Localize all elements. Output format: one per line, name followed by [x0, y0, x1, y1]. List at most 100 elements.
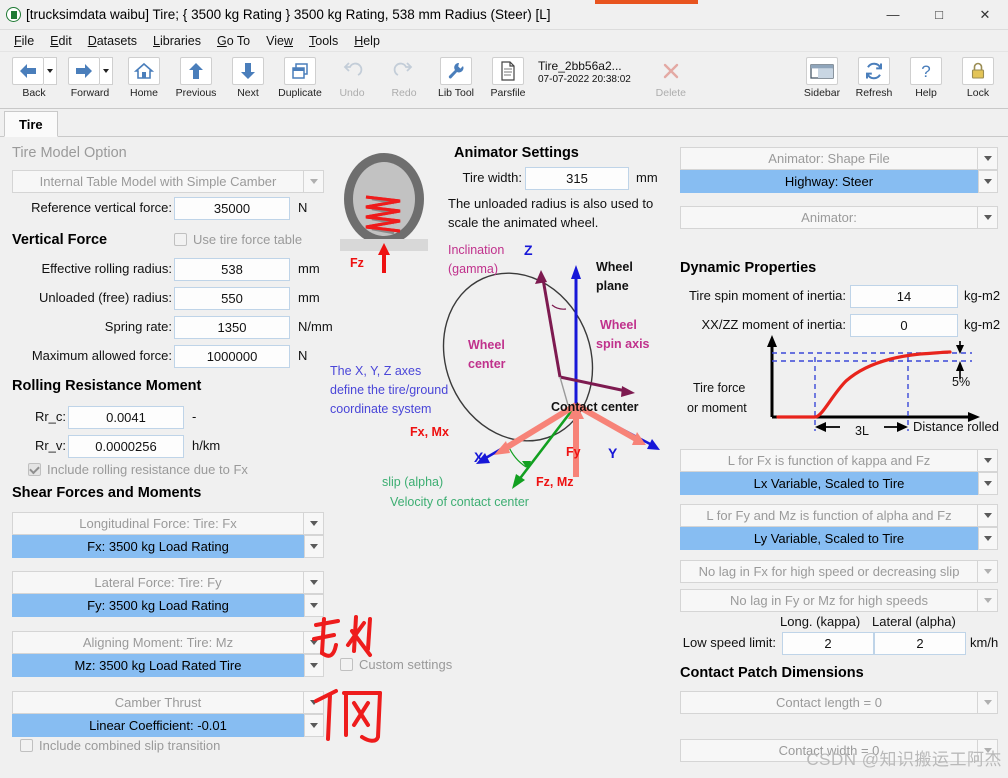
- toolbar-forward[interactable]: Forward: [62, 55, 118, 99]
- toolbar-refresh[interactable]: Refresh: [848, 55, 900, 99]
- longitudinal-force-value-dropdown[interactable]: Fx: 3500 kg Load Rating: [12, 535, 324, 558]
- include-rolling-resistance-checkbox[interactable]: Include rolling resistance due to Fx: [28, 462, 248, 477]
- tire-spin-inertia-input[interactable]: 14: [850, 285, 958, 308]
- toolbar-lock[interactable]: Lock: [952, 55, 1004, 99]
- use-tire-force-table-checkbox[interactable]: Use tire force table: [174, 232, 302, 247]
- toolbar-parsfile[interactable]: Parsfile: [482, 55, 534, 99]
- checkbox-box: [20, 739, 33, 752]
- toolbar-home[interactable]: Home: [118, 55, 170, 99]
- toolbar-previous[interactable]: Previous: [170, 55, 222, 99]
- menu-tools[interactable]: Tools: [301, 32, 346, 50]
- toolbar-back[interactable]: Back: [6, 55, 62, 99]
- toolbar-label: Redo: [391, 87, 417, 99]
- minimize-button[interactable]: —: [870, 0, 916, 30]
- chevron-down-icon[interactable]: [304, 170, 324, 193]
- chevron-down-icon[interactable]: [978, 589, 998, 612]
- chevron-down-icon[interactable]: [304, 535, 324, 558]
- toolbar-help[interactable]: ? Help: [900, 55, 952, 99]
- document-icon[interactable]: [492, 57, 524, 85]
- tire-model-dropdown[interactable]: Internal Table Model with Simple Camber: [12, 170, 324, 193]
- toolbar-lib-tool[interactable]: Lib Tool: [430, 55, 482, 99]
- chevron-down-icon[interactable]: [304, 571, 324, 594]
- back-dropdown-arrow[interactable]: [43, 57, 57, 85]
- chevron-down-icon[interactable]: [978, 449, 998, 472]
- longitudinal-force-title-dropdown[interactable]: Longitudinal Force: Tire: Fx: [12, 512, 324, 535]
- tire-width-label: Tire width:: [462, 170, 522, 185]
- sidebar-icon[interactable]: [806, 57, 838, 85]
- tire-width-input[interactable]: 315: [525, 167, 629, 190]
- menu-datasets[interactable]: Datasets: [80, 32, 145, 50]
- contact-length-dropdown[interactable]: Contact length = 0: [680, 691, 998, 714]
- animator-note-line2: scale the animated wheel.: [448, 215, 599, 230]
- home-icon[interactable]: [128, 57, 160, 85]
- tire-spin-inertia-unit: kg-m2: [964, 288, 1001, 303]
- aligning-moment-title: Aligning Moment: Tire: Mz: [12, 631, 304, 654]
- aligning-moment-value-dropdown[interactable]: Mz: 3500 kg Load Rated Tire: [12, 654, 324, 677]
- chevron-down-icon[interactable]: [978, 170, 998, 193]
- toolbar-sidebar[interactable]: Sidebar: [796, 55, 848, 99]
- duplicate-icon[interactable]: [284, 57, 316, 85]
- animator-empty-dropdown[interactable]: Animator:: [680, 206, 998, 229]
- chevron-down-icon[interactable]: [978, 691, 998, 714]
- camber-thrust-title-dropdown[interactable]: Camber Thrust: [12, 691, 324, 714]
- xxzz-inertia-input[interactable]: 0: [850, 314, 958, 337]
- lx-function-title-dropdown[interactable]: L for Fx is function of kappa and Fz: [680, 449, 998, 472]
- spring-rate-input[interactable]: 1350: [174, 316, 290, 339]
- ly-function-value-dropdown[interactable]: Ly Variable, Scaled to Tire: [680, 527, 998, 550]
- menu-goto[interactable]: Go To: [209, 32, 258, 50]
- menu-help[interactable]: Help: [346, 32, 388, 50]
- menu-file[interactable]: FFileile: [6, 32, 42, 50]
- arrow-right-icon[interactable]: [67, 57, 100, 85]
- rr-v-input[interactable]: 0.0000256: [68, 435, 184, 458]
- effective-rolling-radius-input[interactable]: 538: [174, 258, 290, 281]
- close-button[interactable]: ✕: [962, 0, 1008, 30]
- toolbar-duplicate[interactable]: Duplicate: [274, 55, 326, 99]
- reference-vertical-force-input[interactable]: 35000: [174, 197, 290, 220]
- lx-function-value: Lx Variable, Scaled to Tire: [680, 472, 978, 495]
- animator-shape-file-title-dropdown[interactable]: Animator: Shape File: [680, 147, 998, 170]
- chevron-down-icon[interactable]: [304, 512, 324, 535]
- ly-function-title-dropdown[interactable]: L for Fy and Mz is function of alpha and…: [680, 504, 998, 527]
- maximize-button[interactable]: □: [916, 0, 962, 30]
- toolbar-next[interactable]: Next: [222, 55, 274, 99]
- chevron-down-icon[interactable]: [978, 147, 998, 170]
- refresh-icon[interactable]: [858, 57, 890, 85]
- toolbar-label: Delete: [655, 87, 687, 99]
- arrow-down-icon[interactable]: [232, 57, 264, 85]
- tab-tire[interactable]: Tire: [4, 111, 58, 137]
- include-combined-slip-checkbox[interactable]: Include combined slip transition: [20, 738, 220, 753]
- wrench-icon[interactable]: [440, 57, 472, 85]
- camber-thrust-value-dropdown[interactable]: Linear Coefficient: -0.01: [12, 714, 324, 737]
- lateral-force-value-dropdown[interactable]: Fy: 3500 kg Load Rating: [12, 594, 324, 617]
- lateral-force-title-dropdown[interactable]: Lateral Force: Tire: Fy: [12, 571, 324, 594]
- chevron-down-icon[interactable]: [304, 594, 324, 617]
- menu-edit[interactable]: Edit: [42, 32, 80, 50]
- arrow-up-icon[interactable]: [180, 57, 212, 85]
- aligning-moment-title-dropdown[interactable]: Aligning Moment: Tire: Mz: [12, 631, 324, 654]
- maximum-allowed-force-label: Maximum allowed force:: [31, 348, 172, 363]
- checkbox-box: [174, 233, 187, 246]
- redo-icon: [388, 57, 420, 85]
- forward-dropdown-arrow[interactable]: [99, 57, 113, 85]
- question-mark-icon[interactable]: ?: [910, 57, 942, 85]
- low-speed-limit-kappa-input[interactable]: 2: [782, 632, 874, 655]
- chevron-down-icon[interactable]: [978, 472, 998, 495]
- chevron-down-icon[interactable]: [978, 527, 998, 550]
- menu-libraries[interactable]: Libraries: [145, 32, 209, 50]
- no-lag-fy-mz-dropdown[interactable]: No lag in Fy or Mz for high speeds: [680, 589, 998, 612]
- chevron-down-icon[interactable]: [978, 206, 998, 229]
- wheel-plane-label-line1: Wheel: [596, 260, 633, 274]
- chevron-down-icon[interactable]: [978, 504, 998, 527]
- unloaded-radius-input[interactable]: 550: [174, 287, 290, 310]
- rr-c-input[interactable]: 0.0041: [68, 406, 184, 429]
- chevron-down-icon[interactable]: [978, 560, 998, 583]
- animator-shape-file-value-dropdown[interactable]: Highway: Steer: [680, 170, 998, 193]
- wheel-center-label-line1: Wheel: [468, 338, 505, 352]
- lx-function-value-dropdown[interactable]: Lx Variable, Scaled to Tire: [680, 472, 998, 495]
- maximum-allowed-force-input[interactable]: 1000000: [174, 345, 290, 368]
- arrow-left-icon[interactable]: [11, 57, 44, 85]
- menu-view[interactable]: View: [258, 32, 301, 50]
- lock-icon[interactable]: [962, 57, 994, 85]
- low-speed-limit-alpha-input[interactable]: 2: [874, 632, 966, 655]
- no-lag-fx-dropdown[interactable]: No lag in Fx for high speed or decreasin…: [680, 560, 998, 583]
